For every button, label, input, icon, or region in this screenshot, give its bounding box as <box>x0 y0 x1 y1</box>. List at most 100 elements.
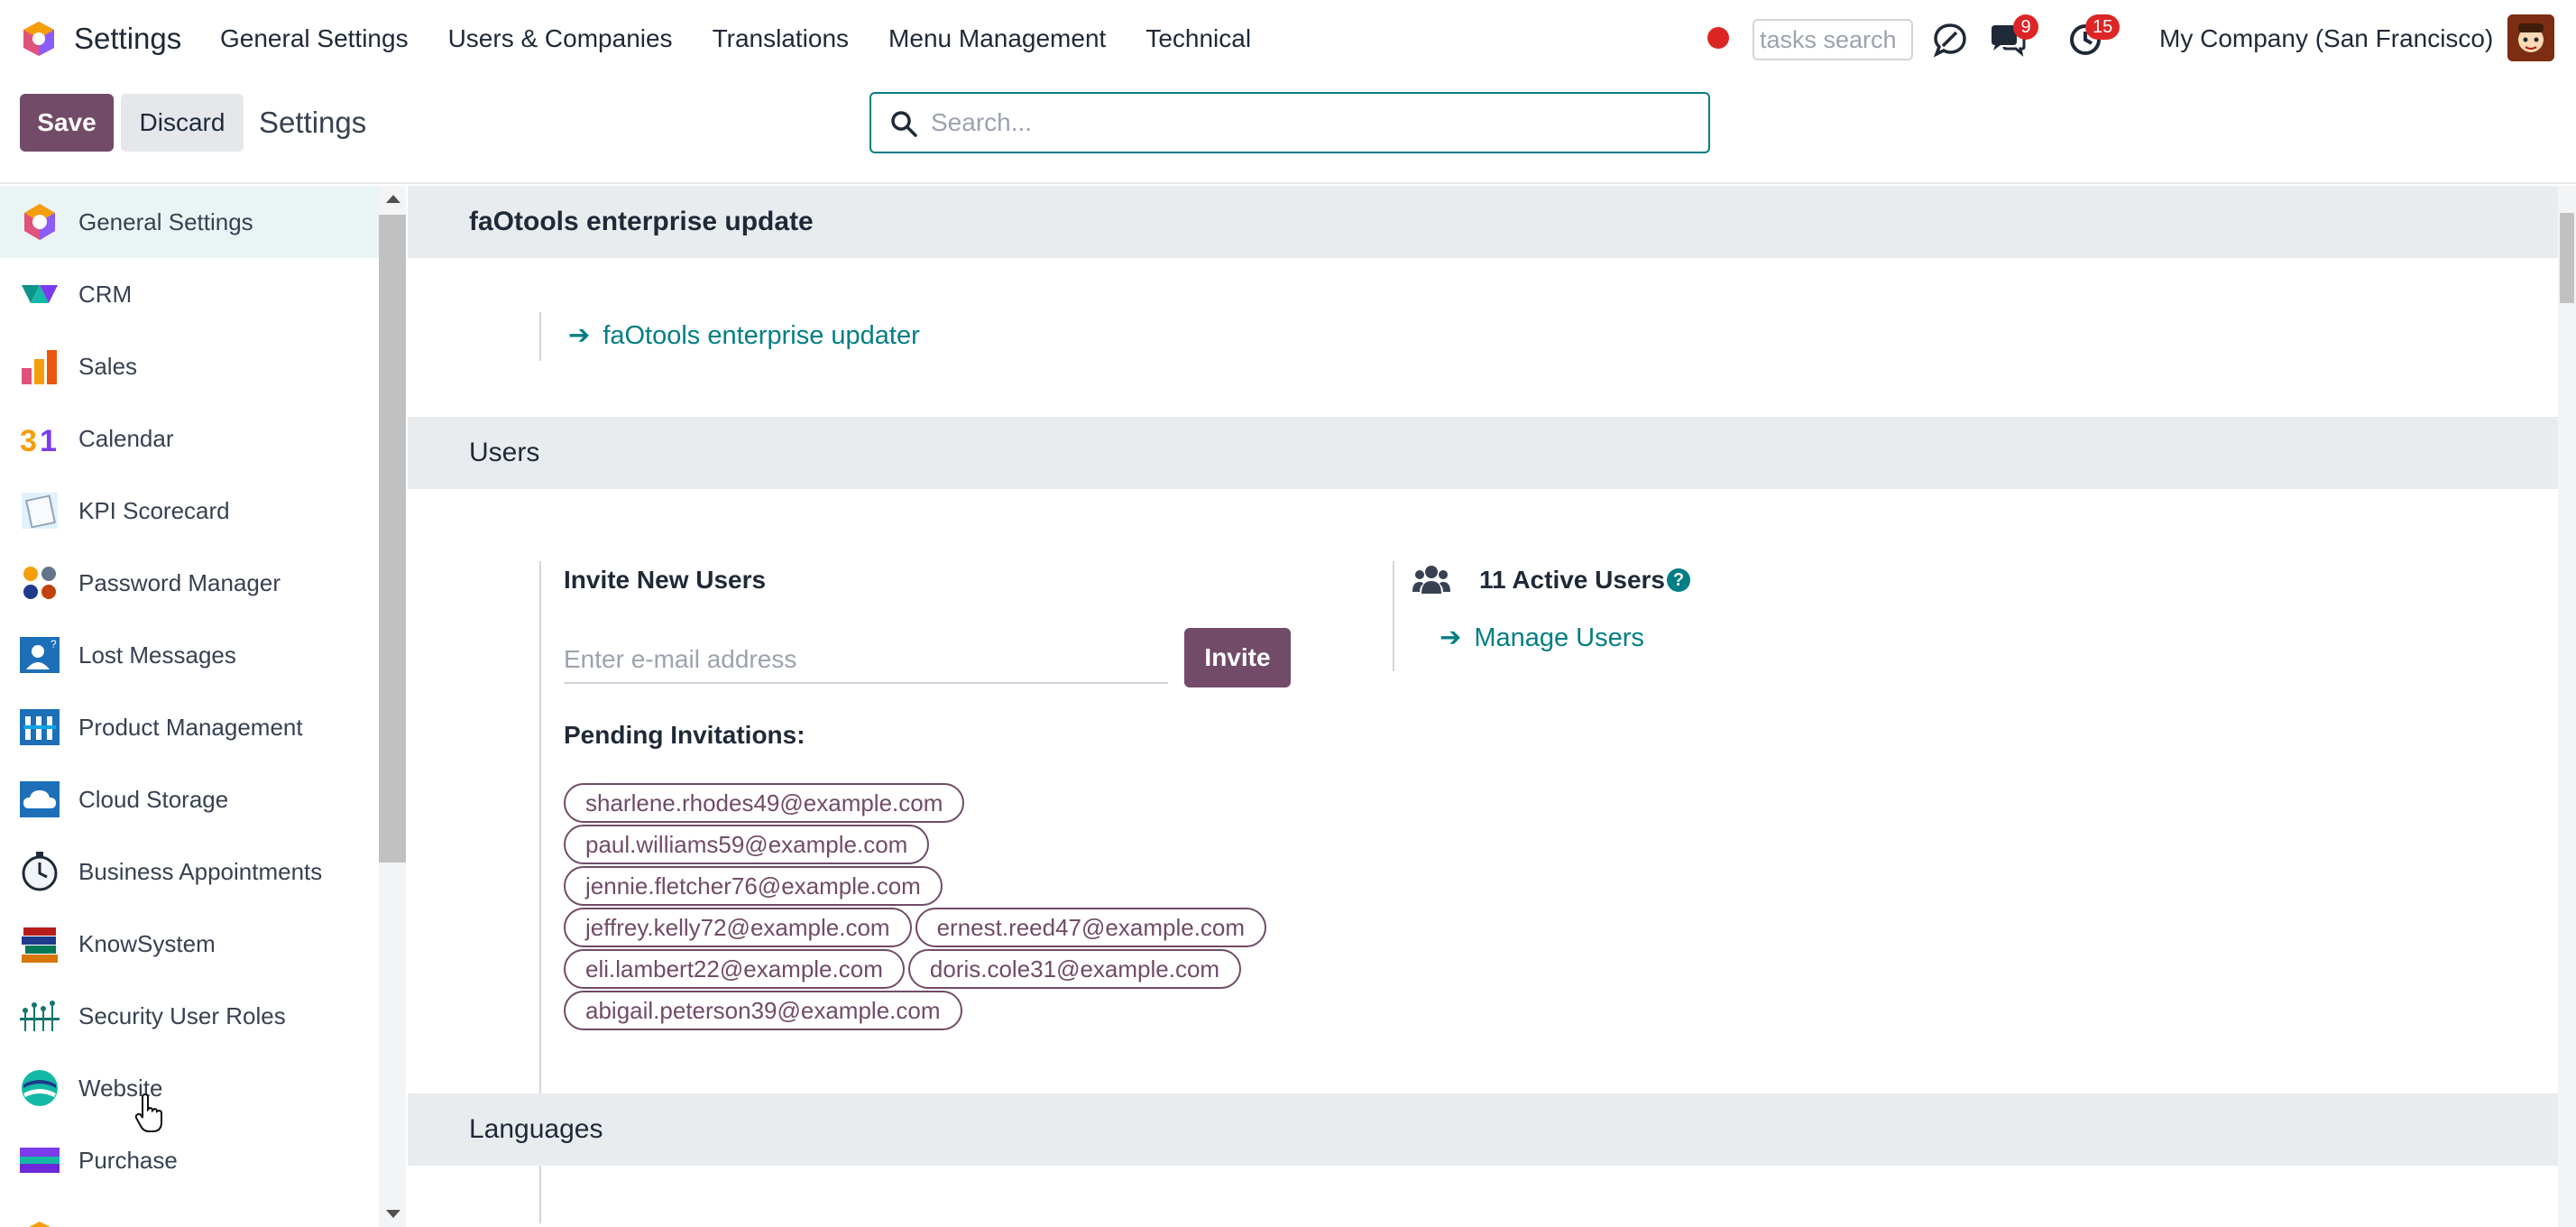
tasks-search-input[interactable]: tasks search <box>1753 19 1913 60</box>
recording-indicator-icon[interactable] <box>1707 27 1729 49</box>
sidebar-item-sales[interactable]: Sales <box>0 330 379 402</box>
pending-invitation-chip[interactable]: jeffrey.kelly72@example.com <box>564 908 912 947</box>
pending-invitations-row: jennie.fletcher76@example.com <box>564 866 943 906</box>
divider <box>1393 561 1394 671</box>
content-scrollbar[interactable] <box>2558 186 2576 1227</box>
scroll-down-arrow-icon[interactable] <box>386 1210 400 1218</box>
pending-invitations-row: sharlene.rhodes49@example.com <box>564 783 965 823</box>
manage-users-link[interactable]: ➔ Manage Users <box>1440 621 1644 655</box>
section-header-languages: Languages <box>408 1093 2558 1166</box>
sidebar-item-label: Product Management <box>78 713 303 741</box>
top-menu: General Settings Users & Companies Trans… <box>220 20 1291 58</box>
section-header-faotools: faOtools enterprise update <box>408 186 2558 258</box>
control-panel: Save Discard Settings <box>0 78 2576 184</box>
breadcrumb: Settings <box>259 106 367 139</box>
knowsystem-icon <box>22 927 58 963</box>
sidebar-item-business-appointments[interactable]: Business Appointments <box>0 835 379 908</box>
pending-invitations-row: jeffrey.kelly72@example.com ernest.reed4… <box>564 908 1267 947</box>
section-title: Languages <box>469 1114 603 1144</box>
activities-count-badge: 15 <box>2085 14 2121 40</box>
sidebar-item-security-user-roles[interactable]: Security User Roles <box>0 980 379 1052</box>
sidebar-item-lost-messages[interactable]: ? Lost Messages <box>0 619 379 691</box>
search-icon <box>891 111 917 137</box>
sidebar-item-website[interactable]: Website <box>0 1052 379 1124</box>
inventory-icon <box>29 1222 51 1227</box>
topmenu-technical[interactable]: Technical <box>1145 20 1251 58</box>
discard-button[interactable]: Discard <box>121 94 244 152</box>
invite-email-field[interactable] <box>564 637 1168 684</box>
svg-text:1: 1 <box>40 424 57 458</box>
kpi-scorecard-icon <box>22 493 58 529</box>
sidebar-item-label: Calendar <box>78 424 174 452</box>
messages-count-badge: 9 <box>2013 14 2038 40</box>
user-avatar[interactable] <box>2507 14 2554 61</box>
pending-invitations-row: paul.williams59@example.com <box>564 825 930 864</box>
sidebar-item-product-management[interactable]: Product Management <box>0 691 379 763</box>
pending-invitation-chip[interactable]: eli.lambert22@example.com <box>564 949 905 989</box>
company-switcher[interactable]: My Company (San Francisco) <box>2159 20 2493 58</box>
sidebar-item-kpi-scorecard[interactable]: KPI Scorecard <box>0 475 379 547</box>
sidebar-item-calendar[interactable]: 3 1 Calendar <box>0 402 379 475</box>
save-button[interactable]: Save <box>20 94 114 152</box>
svg-text:?: ? <box>51 638 57 650</box>
invite-button[interactable]: Invite <box>1184 628 1291 687</box>
pending-invitation-chip[interactable]: sharlene.rhodes49@example.com <box>564 783 965 823</box>
faotools-updater-link[interactable]: ➔ faOtools enterprise updater <box>568 318 920 353</box>
sidebar-item-purchase[interactable]: Purchase <box>0 1124 379 1196</box>
sidebar-item-partial[interactable] <box>0 1196 379 1227</box>
sidebar-item-cloud-storage[interactable]: Cloud Storage <box>0 763 379 835</box>
pending-invitations-row: eli.lambert22@example.com doris.cole31@e… <box>564 949 1242 989</box>
scroll-up-arrow-icon[interactable] <box>386 195 400 203</box>
content-scroll-thumb[interactable] <box>2560 213 2574 303</box>
sidebar-item-crm[interactable]: CRM <box>0 258 379 330</box>
sidebar-item-label: General Settings <box>78 208 253 235</box>
invite-users-title: Invite New Users <box>564 566 767 594</box>
sidebar-item-knowsystem[interactable]: KnowSystem <box>0 908 379 980</box>
sidebar-item-label: Purchase <box>78 1146 178 1174</box>
arrow-right-icon: ➔ <box>568 321 591 350</box>
settings-search-input[interactable] <box>931 103 1688 143</box>
lost-messages-icon: ? <box>20 637 60 673</box>
arrow-right-icon: ➔ <box>1440 623 1462 652</box>
general-settings-icon <box>24 204 55 240</box>
users-group-icon <box>1412 566 1450 594</box>
sidebar-item-label: Cloud Storage <box>78 785 229 813</box>
sidebar-item-label: CRM <box>78 280 133 308</box>
sidebar-item-general-settings[interactable]: General Settings <box>0 186 379 258</box>
settings-search-box[interactable] <box>869 92 1710 153</box>
avatar-face-icon <box>2507 14 2554 61</box>
section-header-users: Users <box>408 417 2558 489</box>
sidebar-item-label: Sales <box>78 352 138 380</box>
pending-invitation-chip[interactable]: jennie.fletcher76@example.com <box>564 866 943 906</box>
pending-invitation-chip[interactable]: paul.williams59@example.com <box>564 825 930 864</box>
settings-content: faOtools enterprise update ➔ faOtools ent… <box>408 186 2558 1227</box>
crm-icon <box>22 285 58 303</box>
cloud-storage-icon <box>20 781 60 817</box>
app-name[interactable]: Settings <box>74 20 181 58</box>
sidebar-item-password-manager[interactable]: Password Manager <box>0 547 379 619</box>
hand-cursor-icon <box>134 1093 162 1132</box>
odoo-settings-logo-icon[interactable] <box>20 20 58 58</box>
section-title: faOtools enterprise update <box>469 207 814 236</box>
help-question-icon[interactable]: ? <box>1667 568 1690 592</box>
sidebar-scroll-thumb[interactable] <box>379 215 406 863</box>
top-navbar: Settings General Settings Users & Compan… <box>0 0 2576 78</box>
settings-app-sidebar: General Settings CRM Sales 3 1 Calendar … <box>0 186 379 1227</box>
sidebar-item-label: Lost Messages <box>78 641 236 669</box>
svg-text:3: 3 <box>20 424 37 458</box>
pending-invitation-chip[interactable]: doris.cole31@example.com <box>907 949 1242 989</box>
topmenu-users-companies[interactable]: Users & Companies <box>448 20 673 58</box>
topmenu-general-settings[interactable]: General Settings <box>220 20 409 58</box>
divider <box>539 312 541 361</box>
topmenu-translations[interactable]: Translations <box>713 20 849 58</box>
discuss-icon[interactable] <box>1932 22 1968 58</box>
calendar-icon: 3 1 <box>20 424 57 458</box>
sidebar-item-label: Password Manager <box>78 568 281 596</box>
sidebar-scrollbar[interactable] <box>379 186 406 1227</box>
product-management-icon <box>20 709 60 745</box>
pending-invitation-chip[interactable]: ernest.reed47@example.com <box>915 908 1267 947</box>
section-title: Users <box>469 438 540 467</box>
pending-invitation-chip[interactable]: abigail.peterson39@example.com <box>564 991 962 1030</box>
active-users-count: 11 Active Users <box>1479 566 1665 594</box>
topmenu-menu-management[interactable]: Menu Management <box>888 20 1106 58</box>
